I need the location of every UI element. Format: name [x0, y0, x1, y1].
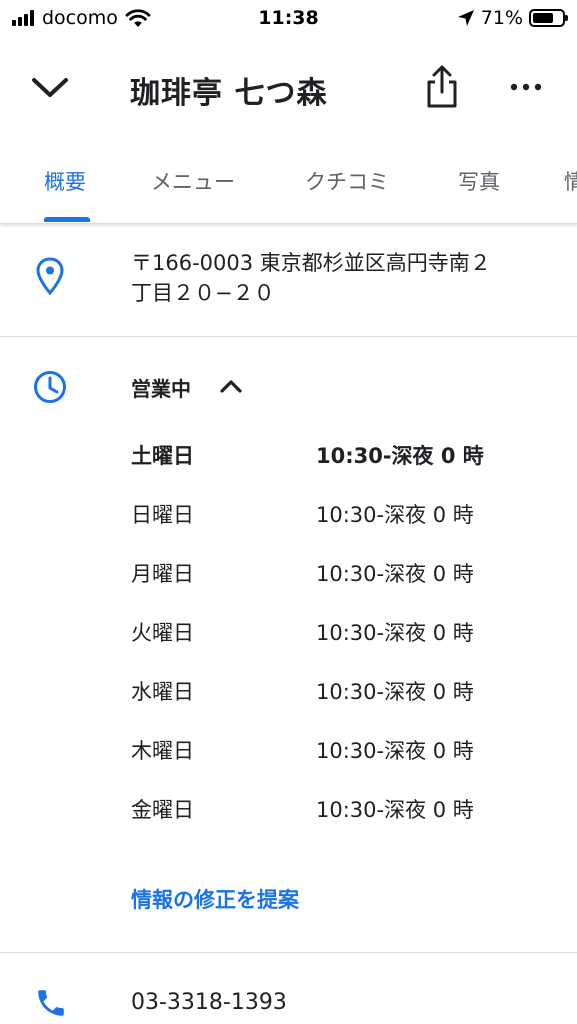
tab-bar: 概要 メニュー クチコミ 写真 情	[0, 150, 577, 224]
hours-status[interactable]: 営業中	[131, 373, 191, 402]
phone-number[interactable]: 03-3318-1393	[131, 990, 287, 1015]
hours-day: 木曜日	[131, 739, 194, 763]
hours-time: 10:30-深夜 0 時	[316, 739, 474, 763]
hours-row: 金曜日 10:30-深夜 0 時	[131, 794, 551, 824]
share-icon[interactable]	[422, 64, 462, 110]
address-text[interactable]: 〒166-0003 東京都杉並区高円寺南２ 丁目２０−２０	[131, 248, 551, 308]
hours-row: 火曜日 10:30-深夜 0 時	[131, 617, 551, 647]
location-pin-icon	[36, 257, 64, 296]
hours-time: 10:30-深夜 0 時	[316, 444, 484, 468]
hours-day: 火曜日	[131, 621, 194, 645]
divider	[0, 952, 577, 953]
battery-icon	[529, 9, 568, 27]
address-line-2: 丁目２０−２０	[131, 281, 275, 305]
hours-time: 10:30-深夜 0 時	[316, 680, 474, 704]
hours-time: 10:30-深夜 0 時	[316, 798, 474, 822]
hours-day: 金曜日	[131, 798, 194, 822]
hours-time: 10:30-深夜 0 時	[316, 562, 474, 586]
hours-time: 10:30-深夜 0 時	[316, 621, 474, 645]
status-right: 71%	[457, 7, 568, 29]
suggest-edit-link[interactable]: 情報の修正を提案	[131, 884, 299, 914]
clock-icon	[34, 371, 66, 403]
tab-menu[interactable]: メニュー	[151, 166, 235, 196]
hours-day: 土曜日	[131, 444, 194, 468]
hours-row: 月曜日 10:30-深夜 0 時	[131, 558, 551, 588]
place-title: 珈琲亭 七つ森	[130, 76, 328, 111]
hours-day: 水曜日	[131, 680, 194, 704]
chevron-down-icon[interactable]	[28, 70, 72, 106]
location-arrow-icon	[457, 10, 474, 26]
chevron-up-icon[interactable]	[218, 375, 244, 397]
tab-overview[interactable]: 概要	[44, 166, 86, 196]
status-bar: docomo 11:38 71%	[0, 0, 577, 40]
more-horiz-icon[interactable]	[506, 74, 546, 100]
hours-row: 水曜日 10:30-深夜 0 時	[131, 676, 551, 706]
address-line-1: 〒166-0003 東京都杉並区高円寺南２	[131, 251, 491, 275]
hours-time: 10:30-深夜 0 時	[316, 503, 474, 527]
tab-info[interactable]: 情	[564, 166, 577, 196]
hours-row: 木曜日 10:30-深夜 0 時	[131, 735, 551, 765]
hours-row: 土曜日 10:30-深夜 0 時	[131, 440, 551, 470]
hours-row: 日曜日 10:30-深夜 0 時	[131, 499, 551, 529]
hours-day: 月曜日	[131, 562, 194, 586]
battery-percent: 71%	[480, 7, 523, 29]
active-tab-indicator	[44, 217, 90, 222]
tab-reviews[interactable]: クチコミ	[305, 166, 389, 196]
phone-icon	[38, 990, 64, 1016]
divider	[0, 336, 577, 337]
app-header: 珈琲亭 七つ森	[0, 50, 577, 130]
battery-fill	[533, 13, 553, 23]
tab-photos[interactable]: 写真	[458, 166, 500, 196]
hours-day: 日曜日	[131, 503, 194, 527]
